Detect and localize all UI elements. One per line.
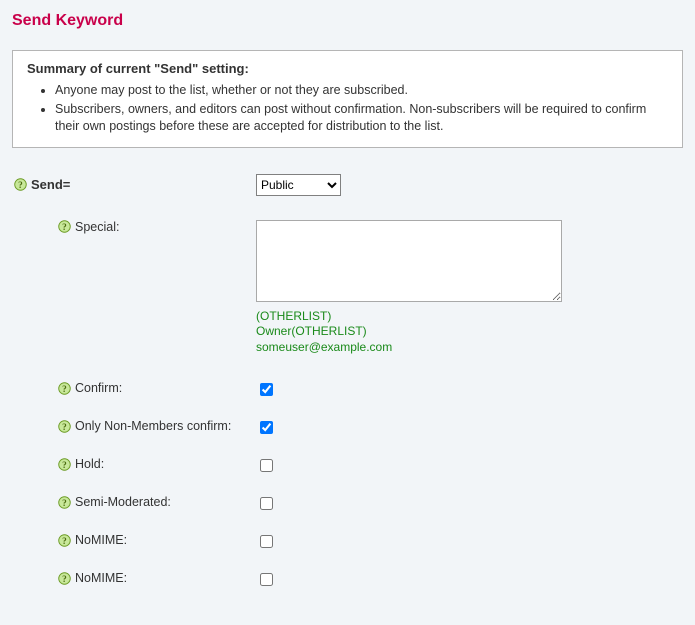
only-nonmembers-checkbox[interactable] [260,421,273,434]
summary-list: Anyone may post to the list, whether or … [55,82,668,135]
row-hold: Hold: [14,457,683,475]
semi-moderated-checkbox[interactable] [260,497,273,510]
nomime-checkbox-1[interactable] [260,535,273,548]
hold-checkbox[interactable] [260,459,273,472]
help-icon[interactable] [58,382,71,395]
row-semi-moderated: Semi-Moderated: [14,495,683,513]
row-nomime-1: NoMIME: [14,533,683,551]
row-nomime-2: NoMIME: [14,571,683,589]
row-special: Special: (OTHERLIST) Owner(OTHERLIST) so… [14,220,683,356]
special-examples: (OTHERLIST) Owner(OTHERLIST) someuser@ex… [256,309,683,356]
nomime-label-1: NoMIME: [75,533,127,547]
send-label: Send= [31,177,70,192]
nomime-label-2: NoMIME: [75,571,127,585]
summary-item: Subscribers, owners, and editors can pos… [55,101,668,135]
help-icon[interactable] [58,458,71,471]
summary-heading: Summary of current "Send" setting: [27,61,668,76]
send-select[interactable]: Public [256,174,341,196]
only-nonmembers-label: Only Non-Members confirm: [75,419,231,433]
help-icon[interactable] [58,496,71,509]
row-confirm: Confirm: [14,381,683,399]
special-label: Special: [75,220,119,234]
semi-moderated-label: Semi-Moderated: [75,495,171,509]
help-icon[interactable] [14,178,27,191]
summary-item: Anyone may post to the list, whether or … [55,82,668,99]
row-only-nonmembers: Only Non-Members confirm: [14,419,683,437]
hold-label: Hold: [75,457,104,471]
help-icon[interactable] [58,220,71,233]
special-textarea[interactable] [256,220,562,302]
help-icon[interactable] [58,534,71,547]
help-icon[interactable] [58,572,71,585]
nomime-checkbox-2[interactable] [260,573,273,586]
confirm-label: Confirm: [75,381,122,395]
confirm-checkbox[interactable] [260,383,273,396]
summary-box: Summary of current "Send" setting: Anyon… [12,50,683,148]
page-title: Send Keyword [12,12,683,30]
row-send: Send= Public [14,174,683,196]
help-icon[interactable] [58,420,71,433]
